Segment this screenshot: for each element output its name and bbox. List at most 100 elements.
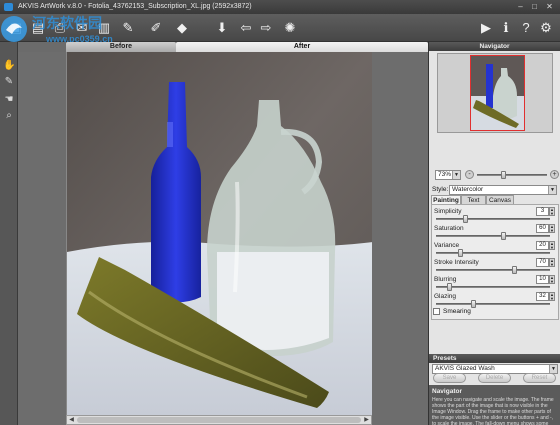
preferences-icon[interactable]: ⚙ xyxy=(538,20,554,36)
image-window[interactable]: ◀ ▶ xyxy=(18,52,428,425)
zoom-slider-track[interactable] xyxy=(477,174,547,176)
param-value-input[interactable]: 32 xyxy=(536,292,549,301)
param-value-input[interactable]: 3 xyxy=(536,207,549,216)
param-spinner[interactable]: ▲ ▼ xyxy=(549,275,555,284)
stamp-icon[interactable]: ⬇ xyxy=(214,20,230,36)
param-row: Glazing 32 ▲ ▼ xyxy=(432,292,558,309)
param-slider-knob[interactable] xyxy=(463,215,468,223)
tab-text[interactable]: Text xyxy=(461,195,486,204)
maximize-button[interactable]: □ xyxy=(528,2,541,12)
parameter-tabs: Painting Text Canvas xyxy=(431,195,559,204)
param-label: Stroke Intensity xyxy=(434,259,479,266)
navigator-frame[interactable] xyxy=(470,55,525,131)
scroll-left-icon[interactable]: ◀ xyxy=(67,416,76,424)
tab-canvas[interactable]: Canvas xyxy=(486,195,514,204)
save-icon[interactable]: ▤ xyxy=(30,20,46,36)
zoom-select[interactable]: 73% ▼ xyxy=(435,170,461,180)
brush-tool-icon[interactable]: ✎ xyxy=(3,76,15,88)
tab-after[interactable]: After xyxy=(176,42,428,52)
param-label: Glazing xyxy=(434,293,457,300)
close-button[interactable]: ✕ xyxy=(543,2,556,12)
param-label: Saturation xyxy=(434,225,464,232)
zoom-in-button[interactable]: + xyxy=(550,170,559,179)
batch-icon[interactable]: ▥ xyxy=(96,20,112,36)
param-slider-track[interactable] xyxy=(436,269,550,271)
param-label: Blurring xyxy=(434,276,457,283)
param-spinner[interactable]: ▲ ▼ xyxy=(549,224,555,233)
chevron-down-icon: ▼ xyxy=(549,365,557,373)
param-value-input[interactable]: 60 xyxy=(536,224,549,233)
param-row: Blurring 10 ▲ ▼ xyxy=(432,275,558,292)
zoom-slider-knob[interactable] xyxy=(501,171,506,179)
param-row: Stroke Intensity 70 ▲ ▼ xyxy=(432,258,558,275)
window-title: AKVIS ArtWork v.8.0 - Fotolia_43762153_S… xyxy=(18,3,252,10)
settings-icon[interactable]: ✺ xyxy=(282,20,298,36)
zoom-value: 73% xyxy=(438,171,452,178)
title-bar: AKVIS ArtWork v.8.0 - Fotolia_43762153_S… xyxy=(0,0,560,14)
share-icon[interactable]: ✉ xyxy=(74,20,90,36)
tab-before[interactable]: Before xyxy=(66,42,176,52)
param-value-input[interactable]: 20 xyxy=(536,241,549,250)
undo-icon[interactable]: ⇦ xyxy=(238,20,254,36)
param-slider-track[interactable] xyxy=(436,286,550,288)
chevron-down-icon: ▼ xyxy=(548,186,556,194)
param-spinner[interactable]: ▲ ▼ xyxy=(549,241,555,250)
zoom-icon[interactable]: ⌕ xyxy=(3,110,15,122)
param-slider-track[interactable] xyxy=(436,235,550,237)
param-slider-knob[interactable] xyxy=(501,232,506,240)
zoom-row: 73% ▼ - + xyxy=(429,168,560,182)
reset-preset-button[interactable]: Reset xyxy=(523,373,556,383)
app-icon xyxy=(4,3,13,11)
param-slider-knob[interactable] xyxy=(458,249,463,257)
artwork-image[interactable] xyxy=(66,52,372,415)
paint-icon[interactable]: ✐ xyxy=(148,20,164,36)
hand-icon[interactable]: ☚ xyxy=(3,94,15,106)
help-title: Navigator xyxy=(432,388,462,395)
presets-header: Presets xyxy=(429,354,560,363)
param-slider-knob[interactable] xyxy=(512,266,517,274)
param-label: Variance xyxy=(434,242,460,249)
style-value: Watercolor xyxy=(452,186,484,193)
smearing-checkbox[interactable] xyxy=(433,308,440,315)
param-value-input[interactable]: 70 xyxy=(536,258,549,267)
presets-section: Presets AKVIS Glazed Wash ▼ Save Delete … xyxy=(429,354,560,384)
help-icon[interactable]: ? xyxy=(518,20,534,36)
horizontal-scrollbar[interactable]: ◀ ▶ xyxy=(66,415,372,425)
param-spinner[interactable]: ▲ ▼ xyxy=(549,258,555,267)
param-label: Simplicity xyxy=(434,208,462,215)
minimize-button[interactable]: – xyxy=(514,2,527,12)
help-panel: Navigator Here you can navigate and scal… xyxy=(429,385,560,425)
preset-value: AKVIS Glazed Wash xyxy=(435,365,495,372)
toolbar: ▣ ▤ ⎙ ✉ ▥ ✎ ✐ ◆ ⬇ ⇦ ⇨ ✺ ▶ ℹ ? ⚙ xyxy=(0,14,560,42)
tab-painting[interactable]: Painting xyxy=(431,195,461,204)
bucket-icon[interactable]: ◆ xyxy=(174,20,190,36)
view-tabs: Before After xyxy=(66,42,428,52)
param-row: Saturation 60 ▲ ▼ xyxy=(432,224,558,241)
hand-brush-icon[interactable]: ✋ xyxy=(3,60,15,72)
zoom-out-button[interactable]: - xyxy=(465,170,474,179)
delete-preset-button[interactable]: Delete xyxy=(478,373,511,383)
info-icon[interactable]: ℹ xyxy=(498,20,514,36)
param-value-input[interactable]: 10 xyxy=(536,275,549,284)
smearing-label: Smearing xyxy=(443,308,471,315)
param-row: Variance 20 ▲ ▼ xyxy=(432,241,558,258)
param-slider-track[interactable] xyxy=(436,252,550,254)
run-icon[interactable]: ▶ xyxy=(478,20,494,36)
redo-icon[interactable]: ⇨ xyxy=(258,20,274,36)
navigator-header: Navigator xyxy=(429,42,560,51)
brush-icon[interactable]: ✎ xyxy=(120,20,136,36)
param-slider-knob[interactable] xyxy=(447,283,452,291)
style-select[interactable]: Watercolor ▼ xyxy=(449,185,557,195)
param-slider-track[interactable] xyxy=(436,218,550,220)
save-preset-button[interactable]: Save xyxy=(433,373,466,383)
param-slider-track[interactable] xyxy=(436,303,550,305)
param-spinner[interactable]: ▲ ▼ xyxy=(549,292,555,301)
param-slider-knob[interactable] xyxy=(471,300,476,308)
scroll-right-icon[interactable]: ▶ xyxy=(362,416,371,424)
navigator-preview[interactable] xyxy=(437,53,553,133)
open-icon[interactable]: ▣ xyxy=(8,20,24,36)
param-spinner[interactable]: ▲ ▼ xyxy=(549,207,555,216)
scroll-thumb[interactable] xyxy=(77,417,361,423)
param-row: Simplicity 3 ▲ ▼ xyxy=(432,207,558,224)
print-icon[interactable]: ⎙ xyxy=(52,20,68,36)
